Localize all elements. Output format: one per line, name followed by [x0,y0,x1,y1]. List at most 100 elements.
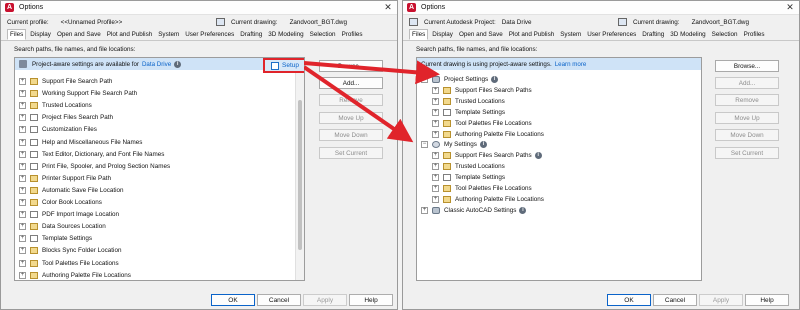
tree-item-tool-palettes-file-locations[interactable]: + Tool Palettes File Locations [432,183,532,194]
tree-item-blocks-sync-folder-location[interactable]: + Blocks Sync Folder Location [19,245,121,256]
move-up-button[interactable]: Move Up [319,112,383,124]
tab-profiles[interactable]: Profiles [340,30,365,40]
tree-item-classic-autocad-settings[interactable]: + Classic AutoCAD Settings i [421,205,527,216]
tab-profiles[interactable]: Profiles [742,30,767,40]
tree-item-support-files-search-paths[interactable]: + Support Files Search Paths [432,85,532,96]
tab-display[interactable]: Display [430,30,455,40]
expand-icon[interactable]: + [19,102,26,110]
scrollbar-thumb[interactable] [298,100,302,250]
expand-icon[interactable]: + [432,174,439,182]
tab-system[interactable]: System [558,30,583,40]
remove-button[interactable]: Remove [715,94,779,106]
close-icon[interactable]: ✕ [781,2,799,13]
expand-icon[interactable]: + [19,199,26,206]
tree-item-project-settings[interactable]: − Project Settings i [421,74,499,85]
data-drive-link[interactable]: Data Drive [142,61,171,68]
learn-more-link[interactable]: Learn more [555,61,587,68]
tab-plot-and-publish[interactable]: Plot and Publish [105,30,155,40]
ok-button[interactable]: OK [211,294,255,306]
tab-open-and-save[interactable]: Open and Save [55,30,103,40]
expand-icon[interactable]: + [432,108,439,116]
set-current-button[interactable]: Set Current [319,147,383,159]
tab-3d-modeling[interactable]: 3D Modeling [266,30,305,40]
expand-icon[interactable]: + [19,247,26,255]
expand-icon[interactable]: + [19,174,26,182]
add-button[interactable]: Add... [319,77,383,89]
tree-item-template-settings[interactable]: + Template Settings [432,172,505,183]
help-button[interactable]: Help [349,294,393,306]
setup-button[interactable]: Setup [263,58,304,73]
tree-item-authoring-palette-file-locations[interactable]: + Authoring Palette File Locations [432,129,544,140]
add-button[interactable]: Add... [715,77,779,89]
tree-item-my-settings[interactable]: − My Settings i [421,139,487,150]
expand-icon[interactable]: + [19,162,26,170]
title-bar[interactable]: A Options ✕ [403,1,799,15]
tree-item-customization-files[interactable]: + Customization Files [19,124,97,135]
tab-user-preferences[interactable]: User Preferences [183,30,236,40]
cancel-button[interactable]: Cancel [257,294,301,306]
tree-item-working-support-file-search-path[interactable]: + Working Support File Search Path [19,88,137,99]
tree-item-color-book-locations[interactable]: + Color Book Locations [19,197,102,208]
expand-icon[interactable]: + [19,138,26,146]
vertical-scrollbar[interactable] [295,70,304,280]
tree-item-support-file-search-path[interactable]: + Support File Search Path [19,76,112,87]
info-icon[interactable]: i [491,76,499,83]
expand-icon[interactable]: + [432,152,439,160]
tree-item-support-files-search-paths[interactable]: + Support Files Search Paths i [432,150,542,161]
tree-item-template-settings[interactable]: + Template Settings [19,233,92,244]
tab-display[interactable]: Display [28,30,53,40]
tree-item-tool-palettes-file-locations[interactable]: + Tool Palettes File Locations [432,118,532,129]
tab-open-and-save[interactable]: Open and Save [457,30,505,40]
tab-plot-and-publish[interactable]: Plot and Publish [507,30,557,40]
tab-system[interactable]: System [156,30,181,40]
tree-item-trusted-locations[interactable]: + Trusted Locations [432,161,505,172]
expand-icon[interactable]: + [432,195,439,203]
apply-button[interactable]: Apply [303,294,347,306]
expand-icon[interactable]: + [19,126,26,134]
collapse-icon[interactable]: − [421,76,428,83]
tab-drafting[interactable]: Drafting [238,30,264,40]
info-icon[interactable]: i [479,141,487,149]
expand-icon[interactable]: + [19,235,26,243]
tree-item-project-files-search-path[interactable]: + Project Files Search Path [19,112,113,123]
expand-icon[interactable]: + [19,150,26,158]
help-button[interactable]: Help [745,294,789,306]
expand-icon[interactable]: + [421,206,428,214]
expand-icon[interactable]: + [19,271,26,279]
move-down-button[interactable]: Move Down [319,129,383,141]
info-icon[interactable]: i [174,60,182,68]
tab-drafting[interactable]: Drafting [640,30,666,40]
info-icon[interactable]: i [519,206,527,214]
expand-icon[interactable]: + [432,185,439,192]
expand-icon[interactable]: + [432,119,439,127]
tab-files[interactable]: Files [7,29,27,40]
tree-item-automatic-save-file-location[interactable]: + Automatic Save File Location [19,185,124,196]
expand-icon[interactable]: + [19,90,26,98]
move-up-button[interactable]: Move Up [715,112,779,124]
tab-user-preferences[interactable]: User Preferences [585,30,638,40]
remove-button[interactable]: Remove [319,94,383,106]
tab-files[interactable]: Files [409,29,429,40]
project-settings-tree[interactable]: Current drawing is using project-aware s… [416,57,702,281]
ok-button[interactable]: OK [607,294,651,306]
tree-item-data-sources-location[interactable]: + Data Sources Location [19,221,106,232]
move-down-button[interactable]: Move Down [715,129,779,141]
expand-icon[interactable]: + [432,86,439,94]
cancel-button[interactable]: Cancel [653,294,697,306]
tab-3d-modeling[interactable]: 3D Modeling [668,30,707,40]
tree-item-authoring-palette-file-locations[interactable]: + Authoring Palette File Locations [432,194,544,205]
expand-icon[interactable]: + [19,78,26,85]
browse-button[interactable]: Browse... [319,60,383,72]
tree-item-pdf-import-image-location[interactable]: + PDF Import Image Location [19,209,119,220]
tree-item-tool-palettes-file-locations[interactable]: + Tool Palettes File Locations [19,258,119,269]
set-current-button[interactable]: Set Current [715,147,779,159]
expand-icon[interactable]: + [19,186,26,194]
browse-button[interactable]: Browse... [715,60,779,72]
info-icon[interactable]: i [534,152,542,160]
close-icon[interactable]: ✕ [379,2,397,13]
expand-icon[interactable]: + [432,163,439,171]
tree-item-help-and-miscellaneous-file-names[interactable]: + Help and Miscellaneous File Names [19,137,142,148]
tree-item-trusted-locations[interactable]: + Trusted Locations [19,100,92,111]
expand-icon[interactable]: + [19,223,26,231]
tree-item-authoring-palette-file-locations[interactable]: + Authoring Palette File Locations [19,270,131,280]
